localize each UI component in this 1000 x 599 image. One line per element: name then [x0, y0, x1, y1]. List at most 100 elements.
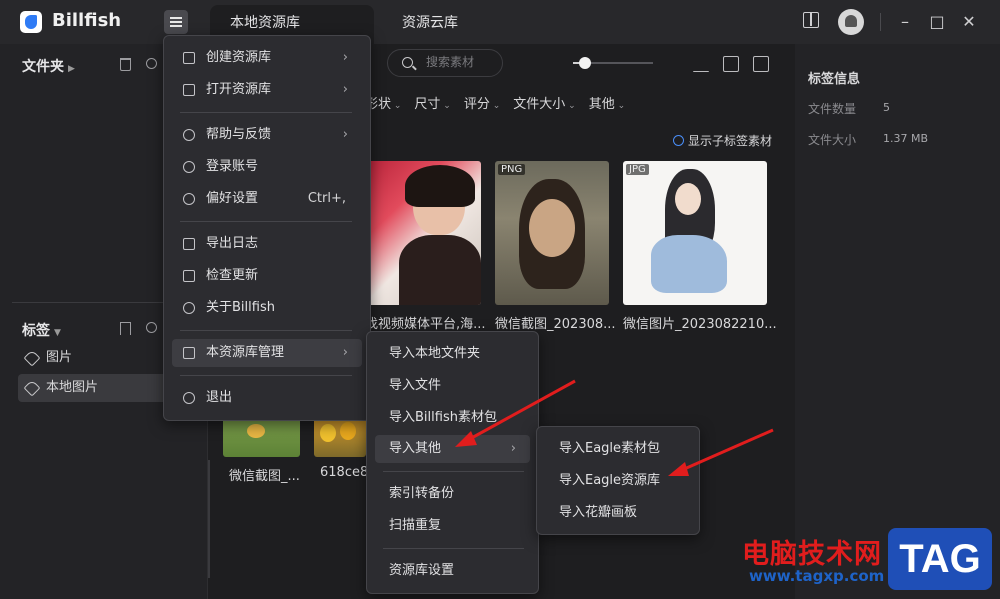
folders-title: 文件夹 — [22, 59, 64, 75]
asset-thumbnail[interactable] — [365, 161, 481, 305]
tag-label: 本地图片 — [46, 380, 99, 395]
zoom-slider[interactable] — [573, 57, 653, 69]
asset-thumbnail[interactable] — [223, 418, 300, 457]
shortcut-label: Ctrl+, — [307, 191, 346, 206]
menu-item-create-library[interactable]: 创建资源库 › — [172, 44, 362, 72]
tag-icon — [23, 379, 41, 397]
search-icon — [402, 57, 413, 68]
search-icon[interactable] — [146, 58, 157, 69]
menu-item-login[interactable]: 登录账号 — [172, 153, 362, 181]
divider — [180, 375, 352, 376]
filter-file-size[interactable]: 文件大小 — [513, 97, 575, 112]
chevron-right-icon: › — [510, 441, 516, 456]
asset-name: 微信截图_... — [229, 469, 300, 484]
maximize-icon[interactable]: □ — [925, 10, 949, 34]
search-box[interactable] — [387, 49, 503, 77]
filter-bar: 形状尺寸评分文件大小其他 — [365, 93, 638, 113]
search-input[interactable] — [426, 55, 496, 69]
menu-label: 打开资源库 — [206, 82, 272, 97]
menu-item-import-other[interactable]: 导入其他 › — [375, 435, 530, 463]
asset-thumbnail[interactable] — [314, 418, 366, 457]
format-badge: JPG — [626, 164, 649, 175]
caret-down-icon: ▼ — [54, 328, 61, 338]
menu-label: 创建资源库 — [206, 50, 272, 65]
menu-item-help[interactable]: 帮助与反馈 › — [172, 121, 362, 149]
zoom-slider-handle[interactable] — [579, 57, 591, 69]
minimize-icon[interactable]: – — [893, 10, 917, 34]
filter-rating[interactable]: 评分 — [464, 97, 500, 112]
tag-label: 图片 — [46, 350, 73, 365]
menu-label: 导入其他 — [389, 441, 442, 456]
menu-label: 退出 — [206, 390, 233, 405]
menu-item-import-file[interactable]: 导入文件 — [375, 372, 530, 400]
divider — [383, 471, 524, 472]
watermark-logo: TAG — [888, 528, 992, 590]
menu-item-import-huaban[interactable]: 导入花瓣画板 — [545, 499, 691, 527]
menu-icon[interactable] — [164, 10, 188, 34]
menu-item-library-manage[interactable]: 本资源库管理 › — [172, 339, 362, 367]
filter-size[interactable]: 尺寸 — [414, 97, 450, 112]
library-submenu: 导入本地文件夹 导入文件 导入Billfish素材包 导入其他 › 索引转备份 … — [366, 331, 539, 594]
exit-icon — [183, 392, 195, 404]
watermark-url: www.tagxp.com — [749, 567, 885, 585]
panel-title: 标签信息 — [808, 72, 861, 87]
main-menu: 创建资源库 › 打开资源库 › 帮助与反馈 › 登录账号 偏好设置 Ctrl+,… — [163, 35, 371, 421]
menu-item-library-settings[interactable]: 资源库设置 — [375, 557, 530, 585]
filter-other[interactable]: 其他 — [589, 97, 625, 112]
asset-name: 找视频媒体平台,海... — [365, 317, 486, 332]
asset-name: 微信截图_202308... — [495, 317, 616, 332]
file-count-label: 文件数量 — [808, 102, 857, 116]
chevron-right-icon: › — [342, 50, 348, 65]
help-icon — [183, 129, 195, 141]
asset-name: 微信图片_2023082210... — [623, 317, 777, 332]
menu-item-index-backup[interactable]: 索引转备份 — [375, 480, 530, 508]
asset-name: 618ce8 — [320, 465, 369, 480]
avatar[interactable] — [838, 9, 864, 35]
menu-item-check-update[interactable]: 检查更新 — [172, 262, 362, 290]
check-circle-icon — [673, 135, 684, 146]
search-icon[interactable] — [146, 322, 157, 333]
menu-label: 帮助与反馈 — [206, 127, 272, 142]
menu-label: 检查更新 — [206, 268, 259, 283]
settings-icon — [183, 193, 195, 205]
file-count-value: 5 — [883, 101, 890, 114]
cube-icon — [183, 84, 195, 96]
sort-icon[interactable] — [693, 56, 709, 72]
cube-icon — [183, 52, 195, 64]
tags-header[interactable]: 标签 ▼ — [22, 320, 61, 340]
bookmark-icon[interactable] — [120, 322, 131, 335]
menu-item-export-log[interactable]: 导出日志 — [172, 230, 362, 258]
tab-cloud-library[interactable]: 资源云库 — [402, 5, 458, 44]
file-size-label: 文件大小 — [808, 133, 857, 147]
chevron-right-icon: › — [342, 345, 348, 360]
menu-item-import-folder[interactable]: 导入本地文件夹 — [375, 340, 530, 368]
sidebar-item-tag-images[interactable]: 图片 — [18, 344, 168, 372]
menu-item-open-library[interactable]: 打开资源库 › — [172, 76, 362, 104]
menu-item-about[interactable]: 关于Billfish — [172, 294, 362, 322]
menu-item-import-pack[interactable]: 导入Billfish素材包 — [375, 404, 530, 432]
show-sub-tags-toggle[interactable]: 显示子标签素材 — [673, 132, 772, 149]
menu-item-import-eagle-library[interactable]: 导入Eagle资源库 — [545, 467, 691, 495]
folders-header[interactable]: 文件夹 ▶ — [22, 56, 75, 76]
grid-layout-icon[interactable] — [753, 56, 769, 72]
trash-icon[interactable] — [120, 58, 131, 71]
cube-icon — [183, 347, 195, 359]
close-icon[interactable]: ✕ — [957, 10, 981, 34]
chevron-right-icon: › — [342, 127, 348, 142]
toggle-panel-icon[interactable] — [803, 12, 819, 28]
sidebar-item-tag-local-images[interactable]: 本地图片 — [18, 374, 168, 402]
calendar-icon — [183, 238, 195, 250]
asset-thumbnail[interactable]: PNG — [495, 161, 609, 305]
asset-thumbnail[interactable]: JPG — [623, 161, 767, 305]
monitor-icon[interactable] — [723, 56, 739, 72]
menu-item-exit[interactable]: 退出 — [172, 384, 362, 412]
menu-item-preferences[interactable]: 偏好设置 Ctrl+, — [172, 185, 362, 213]
menu-item-scan-duplicates[interactable]: 扫描重复 — [375, 512, 530, 540]
caret-right-icon: ▶ — [68, 64, 75, 74]
menu-item-import-eagle-pack[interactable]: 导入Eagle素材包 — [545, 435, 691, 463]
import-other-submenu: 导入Eagle素材包 导入Eagle资源库 导入花瓣画板 — [536, 426, 700, 535]
divider — [180, 112, 352, 113]
show-sub-tags-label: 显示子标签素材 — [688, 134, 773, 148]
chevron-right-icon: › — [342, 82, 348, 97]
user-icon — [183, 161, 195, 173]
